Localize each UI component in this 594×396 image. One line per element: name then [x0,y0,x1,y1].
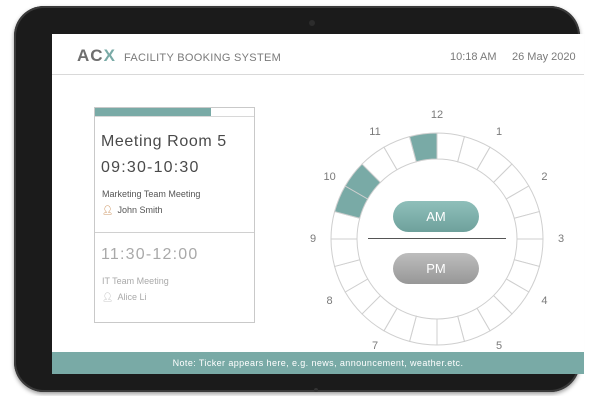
current-meeting-time: 09:30-10:30 [101,159,200,176]
room-name: Meeting Room 5 [101,133,227,150]
current-meeting-organizer: 👤︎ John Smith [102,205,162,216]
booking-clock: AM PM 121234567891011 [310,84,570,369]
news-ticker: Note: Ticker appears here, e.g. news, an… [52,352,584,374]
hour-label: 10 [323,171,336,183]
hour-label: 11 [369,125,381,138]
hour-label: 7 [371,340,379,353]
meeting-progress-bar [95,108,254,117]
logo-text: ACX [77,46,116,65]
divider [95,232,254,233]
booking-panel: Meeting Room 5 09:30-10:30 Marketing Tea… [94,107,255,323]
am-button[interactable]: AM [393,201,479,232]
meeting-progress-fill [95,108,212,116]
next-meeting-time: 11:30-12:00 [101,246,199,263]
organizer-name: Alice Li [117,292,147,302]
current-time: 10:18 AM [450,51,497,63]
screen: ACX FACILITY BOOKING SYSTEM 10:18 AM 26 … [52,34,584,374]
sensor-dot [314,388,318,392]
hour-label: 5 [495,340,503,353]
tablet-device: ACX FACILITY BOOKING SYSTEM 10:18 AM 26 … [14,6,584,392]
next-meeting-organizer: 👤︎ Alice Li [102,292,146,303]
camera-icon [309,20,315,26]
am-pm-divider [368,238,506,239]
person-icon: 👤︎ [102,292,114,302]
hour-label: 1 [495,125,503,138]
organizer-name: John Smith [117,205,163,215]
logo: ACX [77,46,116,66]
header-bar: ACX FACILITY BOOKING SYSTEM 10:18 AM 26 … [52,34,584,75]
next-meeting-title: IT Team Meeting [102,276,169,286]
hour-label: 9 [309,233,317,245]
hour-label: 3 [557,233,565,245]
current-date: 26 May 2020 [512,51,576,63]
hour-label: 2 [541,171,548,183]
hour-label: 8 [326,295,333,307]
app-title: FACILITY BOOKING SYSTEM [124,52,282,64]
hour-label: 4 [541,295,548,307]
person-icon: 👤︎ [102,205,114,215]
hour-label: 12 [430,109,444,121]
pm-button[interactable]: PM [393,253,479,284]
current-meeting-title: Marketing Team Meeting [102,189,201,199]
